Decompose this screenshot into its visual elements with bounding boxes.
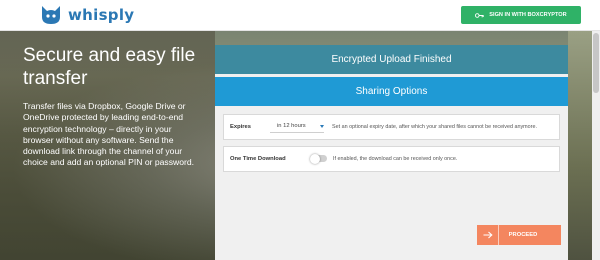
- hero-description: Transfer files via Dropbox, Google Drive…: [23, 101, 195, 168]
- scrollbar-thumb[interactable]: [593, 33, 599, 93]
- logo[interactable]: whisply: [40, 5, 134, 25]
- logo-text: whisply: [68, 6, 135, 24]
- expires-label: Expires: [230, 124, 251, 130]
- arrow-right-icon: [483, 231, 493, 239]
- proceed-label: PROCEED: [508, 232, 538, 238]
- sharing-options-title: Sharing Options: [355, 86, 428, 97]
- key-icon: [475, 12, 484, 18]
- one-time-download-label: One Time Download: [230, 156, 286, 162]
- expires-description: Set an optional expiry date, after which…: [332, 124, 537, 130]
- cat-head-icon: [42, 6, 60, 24]
- expires-value: in 12 hours: [277, 123, 306, 129]
- sharing-options-bar: Sharing Options: [215, 77, 568, 106]
- one-time-download-row: One Time Download If enabled, the downlo…: [223, 146, 560, 172]
- one-time-download-description: If enabled, the download can be received…: [333, 156, 458, 162]
- proceed-arrow-box: [477, 225, 499, 245]
- expires-row: Expires in 12 hours Set an optional expi…: [223, 114, 560, 140]
- top-bar: whisply SIGN IN WITH BOXCRYPTOR: [0, 0, 600, 31]
- toggle-knob: [310, 153, 320, 164]
- signin-label: SIGN IN WITH BOXCRYPTOR: [489, 12, 567, 18]
- caret-down-icon: [320, 125, 324, 128]
- upload-finished-title: Encrypted Upload Finished: [331, 54, 452, 65]
- upload-panel: Encrypted Upload Finished Sharing Option…: [215, 45, 568, 260]
- proceed-button[interactable]: PROCEED: [477, 225, 561, 245]
- signin-boxcryptor-button[interactable]: SIGN IN WITH BOXCRYPTOR: [461, 6, 581, 24]
- hero-title: Secure and easy file transfer: [23, 45, 196, 89]
- page-scrollbar[interactable]: [592, 31, 600, 260]
- expires-select[interactable]: in 12 hours: [270, 120, 324, 133]
- hero-right-strip: [568, 31, 592, 260]
- one-time-download-toggle[interactable]: [310, 153, 327, 164]
- upload-finished-bar: Encrypted Upload Finished: [215, 45, 568, 74]
